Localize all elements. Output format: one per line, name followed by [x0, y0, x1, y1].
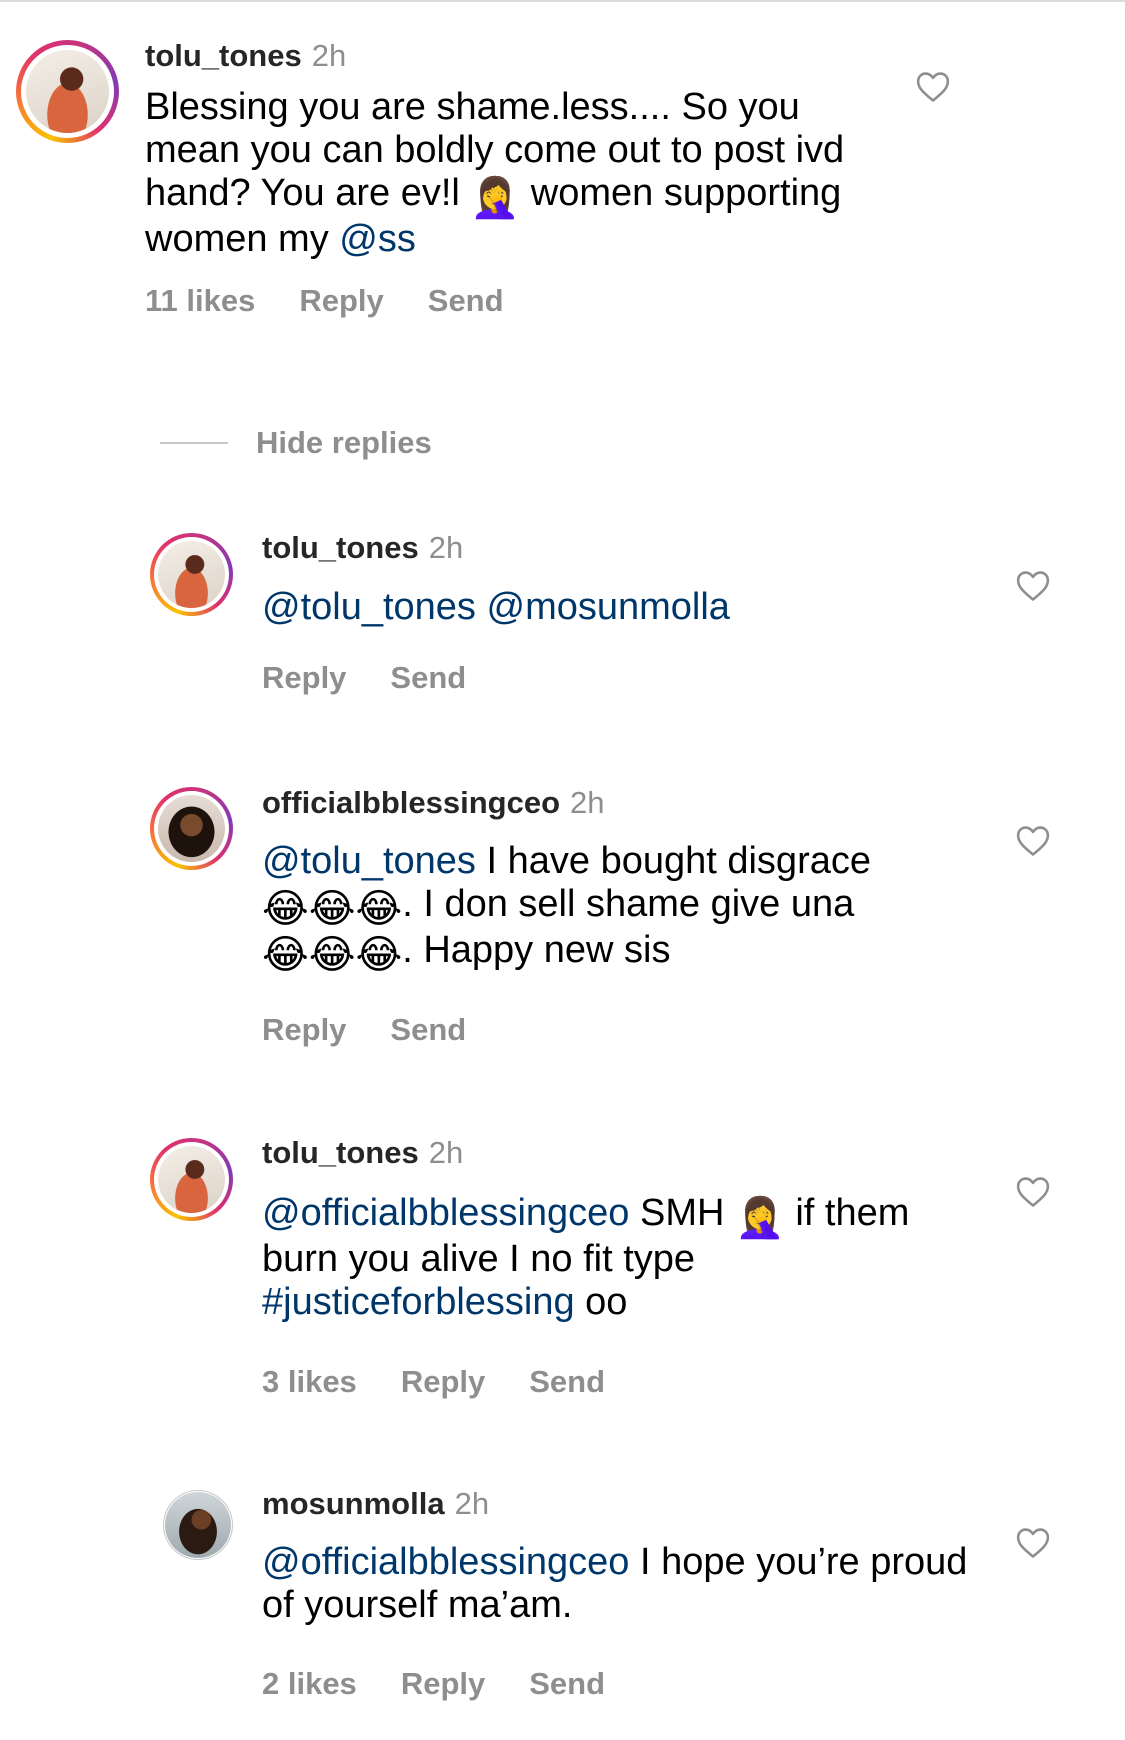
mention-link[interactable]: @mosunmolla [487, 586, 730, 628]
send-button[interactable]: Send [428, 283, 504, 318]
heart-outline-icon[interactable] [1016, 1176, 1050, 1208]
avatar[interactable] [163, 1490, 233, 1560]
reply-button[interactable]: Reply [262, 1012, 346, 1047]
reply-button[interactable]: Reply [299, 283, 383, 318]
timestamp: 2h [428, 530, 464, 565]
reply-actions: 2 likes Reply Send [262, 1666, 649, 1702]
mention-link[interactable]: @officialbblessingceo [262, 1541, 629, 1583]
username[interactable]: officialbblessingceo [262, 785, 560, 820]
username[interactable]: tolu_tones [262, 1135, 419, 1170]
likes-count[interactable]: 11 likes [145, 283, 255, 318]
heart-outline-icon[interactable] [1016, 1527, 1050, 1559]
facepalm-emoji: 🤦‍♀️ [470, 176, 521, 220]
comment-meta: tolu_tones 2h [145, 38, 346, 74]
reply-meta: tolu_tones 2h [262, 530, 463, 566]
username[interactable]: tolu_tones [145, 38, 302, 73]
reply-actions: Reply Send [262, 660, 510, 696]
reply-actions: Reply Send [262, 1012, 510, 1048]
reply-text: @tolu_tones @mosunmolla [262, 586, 982, 629]
avatar[interactable] [150, 787, 233, 870]
laughing-emoji: 😂😂😂 [262, 887, 403, 931]
heart-outline-icon[interactable] [916, 71, 950, 103]
reply-text: @tolu_tones I have bought disgrace 😂😂😂. … [262, 840, 871, 977]
send-button[interactable]: Send [390, 660, 466, 695]
username[interactable]: tolu_tones [262, 530, 419, 565]
avatar[interactable] [16, 40, 119, 143]
mention-link[interactable]: @ss [339, 218, 416, 260]
laughing-emoji: 😂😂😂 [262, 933, 403, 977]
timestamp: 2h [428, 1135, 464, 1170]
reply-button[interactable]: Reply [262, 660, 346, 695]
mention-link[interactable]: @officialbblessingceo [262, 1192, 629, 1234]
hide-replies-label[interactable]: Hide replies [256, 425, 432, 461]
avatar[interactable] [150, 533, 233, 616]
reply-button[interactable]: Reply [401, 1364, 485, 1399]
comment-text: Blessing you are shame.less.... So you m… [145, 86, 845, 260]
timestamp: 2h [454, 1486, 490, 1521]
likes-count[interactable]: 2 likes [262, 1666, 357, 1701]
send-button[interactable]: Send [529, 1666, 605, 1701]
facepalm-emoji: 🤦‍♀️ [734, 1196, 785, 1240]
send-button[interactable]: Send [529, 1364, 605, 1399]
mention-link[interactable]: @tolu_tones [262, 840, 476, 882]
send-button[interactable]: Send [390, 1012, 466, 1047]
avatar[interactable] [150, 1138, 233, 1221]
likes-count[interactable]: 3 likes [262, 1364, 357, 1399]
reply-text: @officialbblessingceo I hope you’re prou… [262, 1541, 968, 1626]
mention-link[interactable]: @tolu_tones [262, 586, 476, 628]
heart-outline-icon[interactable] [1016, 825, 1050, 857]
heart-outline-icon[interactable] [1016, 570, 1050, 602]
reply-meta: tolu_tones 2h [262, 1135, 463, 1171]
reply-text: @officialbblessingceo SMH 🤦‍♀️ if them b… [262, 1192, 910, 1323]
reply-meta: officialbblessingceo 2h [262, 785, 605, 821]
divider-line [160, 442, 228, 444]
username[interactable]: mosunmolla [262, 1486, 445, 1521]
comment-actions: 11 likes Reply Send [145, 283, 548, 319]
hashtag-link[interactable]: #justiceforblessing [262, 1281, 575, 1323]
timestamp: 2h [570, 785, 605, 820]
reply-button[interactable]: Reply [401, 1666, 485, 1701]
reply-meta: mosunmolla 2h [262, 1486, 489, 1522]
top-divider [0, 0, 1125, 2]
reply-actions: 3 likes Reply Send [262, 1364, 649, 1400]
timestamp: 2h [311, 38, 347, 73]
